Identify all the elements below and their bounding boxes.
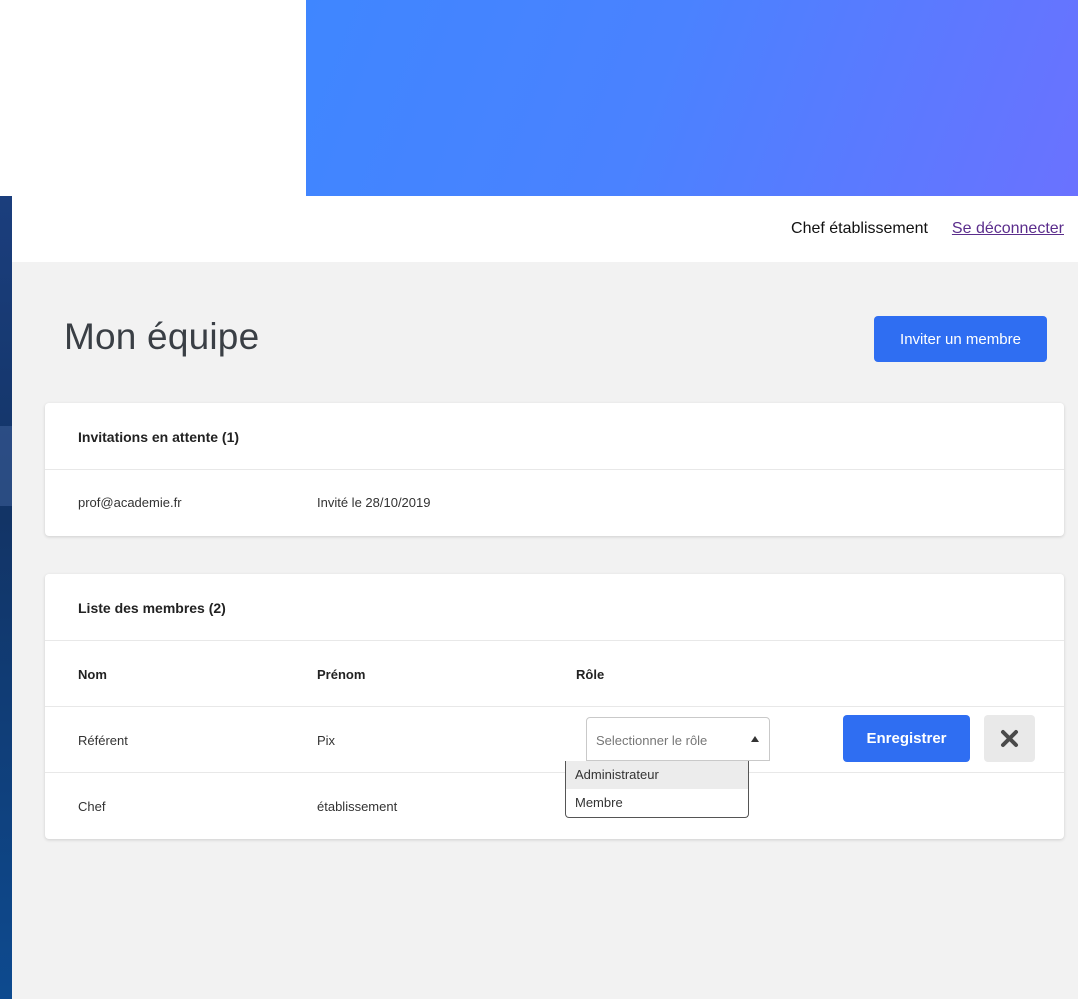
sidebar-strip <box>0 196 12 999</box>
invitation-date: Invité le 28/10/2019 <box>317 495 431 510</box>
member-nom: Référent <box>78 733 128 748</box>
top-bar: Chef établissement Se déconnecter <box>12 196 1078 262</box>
sidebar-highlight <box>0 426 12 506</box>
role-dropdown-menu: Administrateur Membre <box>565 761 749 818</box>
card-header: Invitations en attente (1) <box>45 403 1064 470</box>
column-header-prenom: Prénom <box>317 667 366 682</box>
card-header: Liste des membres (2) <box>45 574 1064 641</box>
caret-up-icon <box>751 736 759 742</box>
main-content: Mon équipe Inviter un membre Invitations… <box>12 262 1078 999</box>
role-option-membre[interactable]: Membre <box>566 789 748 817</box>
role-select[interactable]: Selectionner le rôle <box>586 717 770 761</box>
table-row: Référent Pix Selectionner le rôle Enregi… <box>45 707 1064 773</box>
save-button[interactable]: Enregistrer <box>843 715 970 762</box>
role-option-administrateur[interactable]: Administrateur <box>566 761 748 789</box>
close-icon <box>1001 730 1018 747</box>
table-header: Nom Prénom Rôle <box>45 641 1064 707</box>
column-header-nom: Nom <box>78 667 107 682</box>
cancel-button[interactable] <box>984 715 1035 762</box>
column-header-role: Rôle <box>576 667 605 682</box>
members-title: Liste des membres (2) <box>78 600 226 616</box>
member-prenom: Pix <box>317 733 336 748</box>
members-list-card: Liste des membres (2) Nom Prénom Rôle Ré… <box>45 574 1064 839</box>
invitations-title: Invitations en attente (1) <box>78 429 240 445</box>
table-row: Chef établissement <box>45 773 1064 839</box>
member-nom: Chef <box>78 799 106 814</box>
invitation-email: prof@academie.fr <box>78 495 182 510</box>
hero-banner <box>306 0 1078 196</box>
member-prenom: établissement <box>317 799 398 814</box>
invite-member-button[interactable]: Inviter un membre <box>874 316 1047 362</box>
invitation-row: prof@academie.fr Invité le 28/10/2019 <box>45 470 1064 536</box>
page-title: Mon équipe <box>64 316 260 357</box>
user-name: Chef établissement <box>791 220 928 237</box>
logout-link[interactable]: Se déconnecter <box>952 220 1064 238</box>
role-select-placeholder: Selectionner le rôle <box>596 733 708 748</box>
pending-invitations-card: Invitations en attente (1) prof@academie… <box>45 403 1064 536</box>
